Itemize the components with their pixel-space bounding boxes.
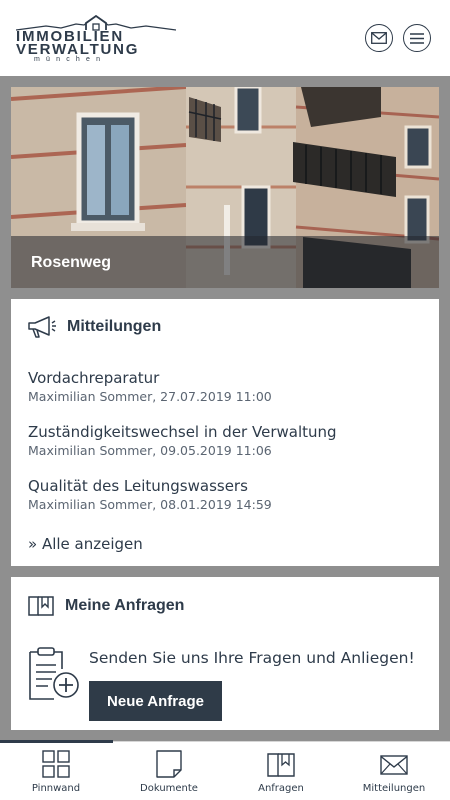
nav-item-dokumente[interactable]: Dokumente: [113, 742, 225, 800]
folder-icon: [267, 753, 295, 777]
message-title: Vordachreparatur: [28, 369, 160, 387]
clipboard-add-icon: [29, 647, 79, 700]
logo-text-line3: münchen: [34, 56, 107, 63]
new-request-button[interactable]: Neue Anfrage: [89, 681, 222, 721]
document-icon: [156, 750, 182, 778]
message-item[interactable]: Qualität des Leitungswassers Maximilian …: [28, 476, 428, 513]
nav-item-pinnwand[interactable]: Pinnwand: [0, 742, 112, 800]
message-title: Zuständigkeitswechsel in der Verwaltung: [28, 423, 337, 441]
app-header: IMMOBILIEN VERWALTUNG münchen: [0, 0, 450, 76]
megaphone-icon: [28, 316, 56, 338]
message-meta: Maximilian Sommer, 27.07.2019 11:00: [28, 389, 272, 404]
message-item[interactable]: Zuständigkeitswechsel in der Verwaltung …: [28, 422, 428, 459]
nav-label: Dokumente: [140, 783, 198, 794]
bottom-navigation: Pinnwand Dokumente Anfragen Mitteilungen: [0, 740, 450, 800]
requests-card-header: Meine Anfragen: [27, 594, 184, 618]
company-logo[interactable]: IMMOBILIEN VERWALTUNG münchen: [16, 15, 176, 63]
menu-button[interactable]: [403, 24, 431, 52]
requests-card-title: Meine Anfragen: [65, 597, 185, 614]
nav-item-mitteilungen[interactable]: Mitteilungen: [338, 742, 450, 800]
nav-label: Mitteilungen: [362, 783, 426, 794]
nav-label: Pinnwand: [31, 783, 81, 794]
messages-card: Mitteilungen Vordachreparatur Maximilian…: [11, 299, 439, 566]
messages-button[interactable]: [365, 24, 393, 52]
folder-bookmark-icon: [28, 596, 54, 616]
message-meta: Maximilian Sommer, 08.01.2019 14:59: [28, 497, 272, 512]
envelope-icon: [380, 755, 408, 775]
property-image[interactable]: Rosenweg: [11, 87, 439, 288]
envelope-icon: [371, 32, 387, 44]
message-meta: Maximilian Sommer, 09.05.2019 11:06: [28, 443, 272, 458]
property-name: Rosenweg: [31, 254, 112, 271]
messages-card-title: Mitteilungen: [67, 318, 162, 335]
logo-text-line2: VERWALTUNG: [16, 41, 140, 58]
show-all-messages-link[interactable]: » Alle anzeigen: [28, 535, 143, 553]
messages-card-header: Mitteilungen: [27, 315, 161, 339]
requests-prompt-text: Senden Sie uns Ihre Fragen und Anliegen!: [89, 649, 415, 667]
nav-item-anfragen[interactable]: Anfragen: [225, 742, 337, 800]
hamburger-menu-icon: [410, 32, 424, 44]
message-title: Qualität des Leitungswassers: [28, 477, 248, 495]
requests-card: Meine Anfragen Senden Sie uns Ihre Frage…: [11, 577, 439, 730]
nav-label: Anfragen: [258, 783, 304, 794]
grid-icon: [42, 750, 70, 778]
message-item[interactable]: Vordachreparatur Maximilian Sommer, 27.0…: [28, 368, 428, 405]
